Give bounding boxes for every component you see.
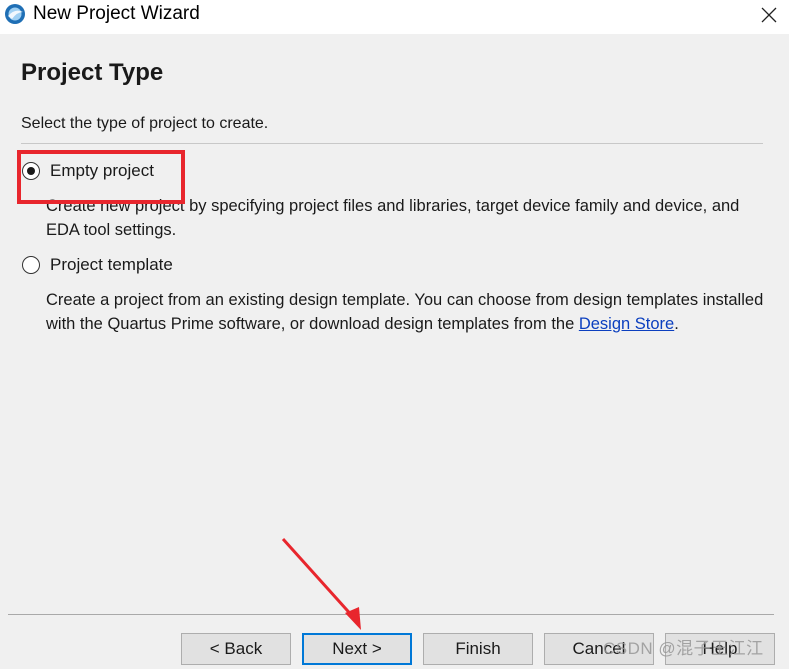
project-template-label[interactable]: Project template [50, 254, 173, 276]
back-button[interactable]: < Back [181, 633, 291, 665]
page-subtitle: Select the type of project to create. [21, 115, 269, 132]
header-divider [21, 143, 763, 144]
watermark-text: CSDN @混子王江江 [603, 639, 764, 658]
quartus-app-icon [5, 4, 25, 24]
next-button[interactable]: Next > [302, 633, 412, 665]
window-title: New Project Wizard [33, 3, 200, 24]
annotation-arrow [281, 537, 361, 630]
finish-button[interactable]: Finish [423, 633, 533, 665]
footer-divider [8, 614, 774, 615]
project-template-description: Create a project from an existing design… [46, 288, 766, 336]
close-icon [761, 7, 776, 23]
project-template-radio[interactable] [22, 256, 40, 274]
title-bar: New Project Wizard [0, 0, 789, 34]
page-title: Project Type [21, 59, 164, 86]
annotation-highlight-box [17, 150, 185, 204]
design-store-link[interactable]: Design Store [579, 315, 674, 333]
close-button[interactable] [748, 0, 789, 30]
project-template-description-end: . [674, 315, 679, 333]
